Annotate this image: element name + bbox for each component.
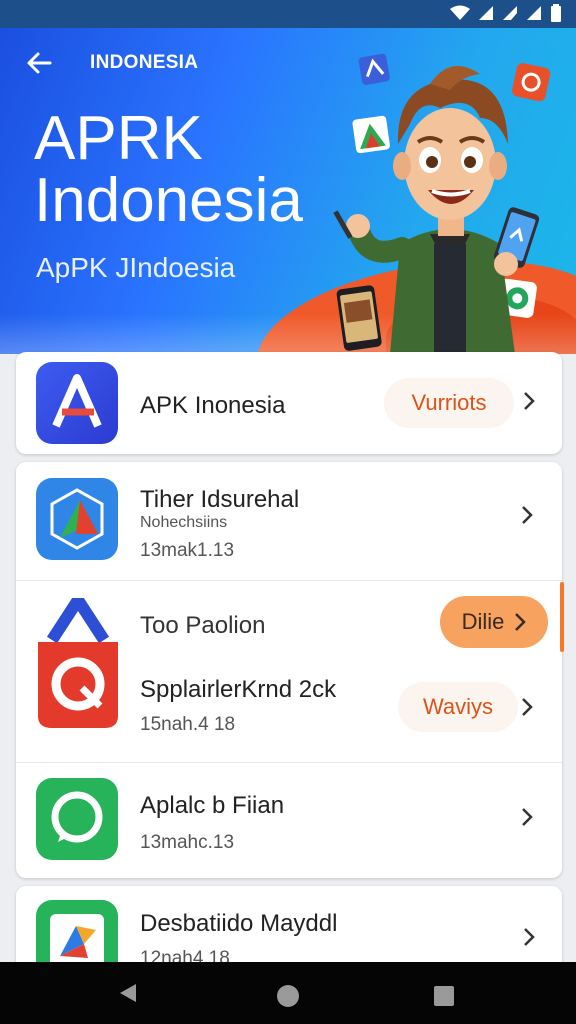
chevron-right-icon[interactable] [520, 696, 536, 718]
list-item-subtitle: Nohechsiins [140, 514, 228, 531]
app-icon [36, 478, 118, 560]
home-nav-button[interactable] [276, 984, 300, 1013]
status-bar [0, 0, 576, 28]
back-button[interactable] [24, 48, 56, 80]
page-subtitle: ApPK JIndoesia [36, 252, 236, 283]
signal-icon [502, 5, 518, 26]
chevron-right-icon[interactable] [520, 806, 536, 828]
back-nav-button[interactable] [118, 982, 138, 1009]
battery-icon [550, 4, 562, 27]
list-item-title: Too Paolion [140, 612, 266, 639]
page-title-line2: Indonesia [34, 166, 303, 235]
list-item-title: Tiher Idsurehal [140, 486, 300, 513]
arrow-left-icon [27, 52, 52, 74]
chevron-right-icon[interactable] [520, 504, 536, 526]
list-item-title: APK Inonesia [140, 392, 286, 419]
signal-icon [526, 5, 542, 26]
app-icon [34, 594, 122, 732]
divider [16, 580, 562, 581]
page-title-line1: APRK [34, 104, 203, 173]
circle-home-icon [277, 985, 299, 1007]
square-recents-icon [434, 986, 454, 1006]
divider [16, 762, 562, 763]
signal-icon [478, 5, 494, 26]
variants-badge[interactable]: Waviys [398, 682, 518, 732]
mascot-illustration [333, 53, 551, 354]
details-button[interactable]: Dilie [440, 596, 548, 648]
list-item[interactable]: APK Inonesia Vurriots [16, 352, 562, 454]
list-item-meta: 13mahc.13 [140, 832, 235, 853]
chevron-right-icon[interactable] [522, 926, 538, 948]
system-nav-bar [0, 962, 576, 1024]
list-item-meta: 15nah.4 18 [140, 714, 236, 735]
wifi-icon [450, 5, 470, 26]
scrollbar[interactable] [560, 582, 564, 652]
chevron-right-icon[interactable] [522, 390, 538, 412]
apk-app-icon [36, 362, 118, 444]
list-item-meta: 13mak1.13 [140, 540, 235, 561]
hero-banner: INDONESIA APRK Indonesia ApPK JIndoesia [0, 28, 576, 354]
triangle-back-icon [120, 984, 136, 1002]
list-item-title: Aplalc b Fiian [140, 792, 285, 819]
details-button-label: Dilie [461, 609, 505, 634]
list-item-title: SpplairlerKrnd 2ck [140, 676, 337, 703]
chevron-right-icon [515, 613, 527, 631]
header-small-title: INDONESIA [90, 52, 199, 73]
floating-app-icon [358, 53, 390, 85]
floating-app-icon [352, 115, 390, 154]
floating-app-icon [512, 63, 551, 102]
chat-app-icon [36, 778, 118, 860]
recents-nav-button[interactable] [434, 986, 454, 1011]
list-item-title: Desbatiido Mayddl [140, 910, 338, 937]
variants-badge[interactable]: Vurriots [384, 378, 514, 428]
page-title: APRK Indonesia [34, 108, 303, 232]
